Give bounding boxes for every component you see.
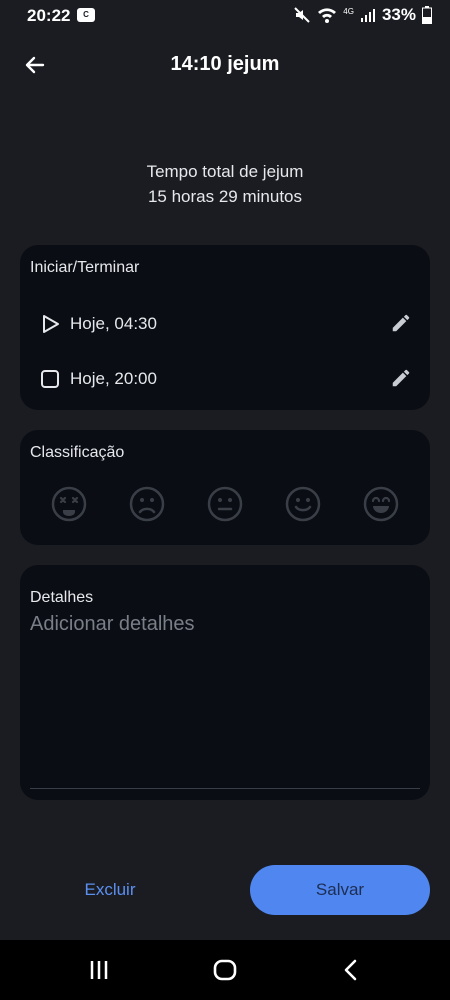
- sad-face-icon[interactable]: [129, 486, 165, 522]
- end-time-row[interactable]: Hoje, 20:00: [20, 358, 430, 398]
- dead-face-icon[interactable]: [51, 486, 87, 522]
- details-card: Detalhes Adicionar detalhes: [20, 565, 430, 800]
- start-time-text: Hoje, 04:30: [70, 314, 157, 333]
- home-button[interactable]: [210, 955, 240, 985]
- details-title: Detalhes: [30, 589, 94, 606]
- rating-faces: [20, 486, 430, 526]
- notification-icon: C: [77, 8, 95, 22]
- edit-fast-screen: 20:22 C 4G 33% 14:10 jejum Tempo total d…: [0, 0, 450, 1000]
- total-fasting-time: Tempo total de jejum 15 horas 29 minutos: [0, 159, 450, 209]
- start-end-title: Iniciar/Terminar: [30, 259, 140, 276]
- page-title: 14:10 jejum: [170, 53, 280, 75]
- rating-card: Classificação: [20, 430, 430, 545]
- pencil-icon[interactable]: [390, 312, 412, 334]
- play-icon: [43, 315, 59, 333]
- recent-apps-button[interactable]: [84, 955, 114, 985]
- smile-face-icon[interactable]: [285, 486, 321, 522]
- delete-button[interactable]: Excluir: [60, 865, 160, 915]
- recent-apps-icon: [90, 961, 108, 979]
- details-input[interactable]: Adicionar detalhes: [30, 613, 195, 636]
- status-bar: 20:22 C 4G 33%: [0, 0, 450, 32]
- system-nav-bar: [0, 940, 450, 1000]
- stop-square-icon: [41, 370, 59, 388]
- chevron-left-icon: [344, 959, 357, 981]
- neutral-face-icon[interactable]: [207, 486, 243, 522]
- details-underline: [30, 788, 420, 789]
- status-icons: 4G 33%: [293, 5, 432, 25]
- save-button[interactable]: Salvar: [250, 865, 430, 915]
- total-label: Tempo total de jejum: [146, 162, 304, 181]
- signal-icon: [360, 7, 376, 23]
- start-end-card: Iniciar/Terminar Hoje, 04:30 Hoje, 20:00: [20, 245, 430, 410]
- end-time-text: Hoje, 20:00: [70, 369, 157, 388]
- header: 14:10 jejum: [0, 40, 450, 90]
- home-icon: [213, 959, 237, 981]
- total-value: 15 horas 29 minutos: [147, 187, 303, 206]
- start-time-row[interactable]: Hoje, 04:30: [20, 303, 430, 343]
- network-type-icon: 4G: [343, 6, 354, 16]
- wifi-icon: [317, 6, 337, 24]
- battery-icon: [422, 6, 432, 24]
- battery-percent: 33%: [381, 5, 416, 24]
- mute-icon: [293, 6, 311, 24]
- system-back-button[interactable]: [336, 955, 366, 985]
- rating-title: Classificação: [30, 444, 125, 461]
- grin-face-icon[interactable]: [363, 486, 399, 522]
- status-time: 20:22: [27, 6, 71, 25]
- pencil-icon[interactable]: [390, 367, 412, 389]
